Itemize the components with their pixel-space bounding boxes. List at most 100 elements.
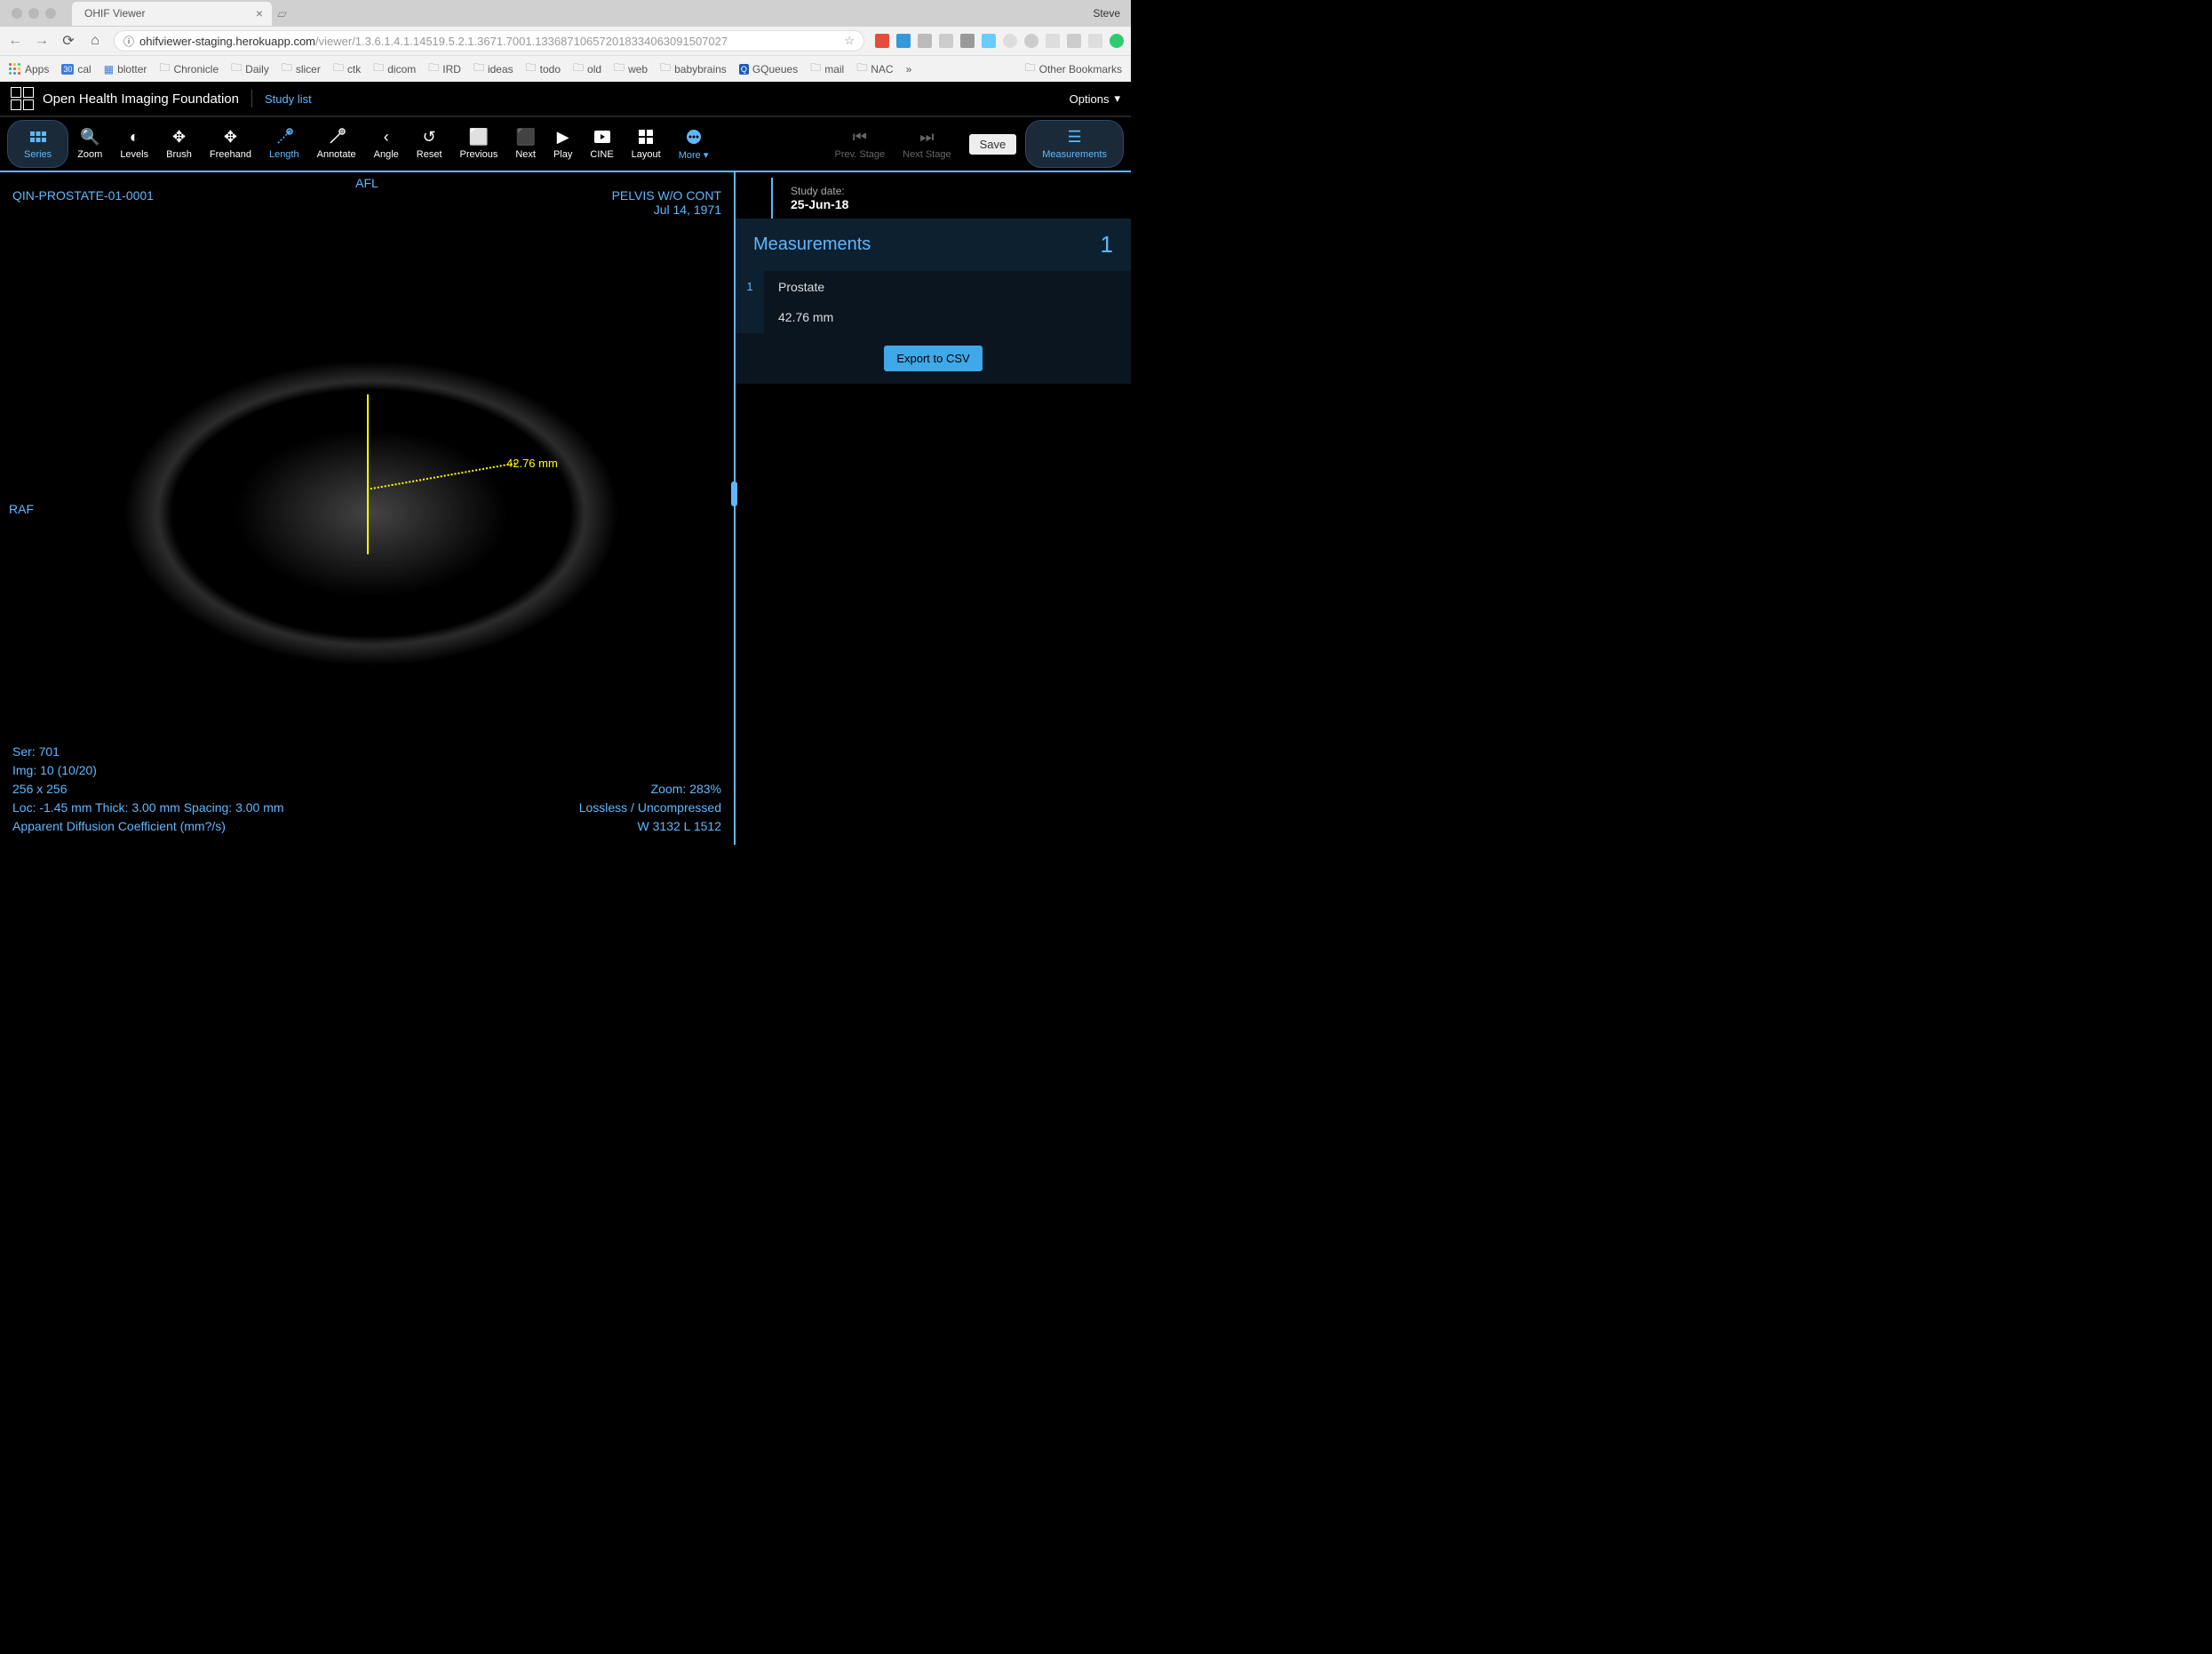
maximize-window-button[interactable] [45,8,56,19]
other-bookmarks[interactable]: 🗀Other Bookmarks [1025,60,1122,78]
bookmark-folder[interactable]: 🗀todo [526,60,561,78]
bookmark-folder[interactable]: 🗀IRD [428,60,461,78]
extension-icon[interactable] [1110,34,1124,48]
measurement-number: 1 [736,271,764,333]
measurement-details: Prostate 42.76 mm [764,271,1131,333]
close-tab-icon[interactable]: × [256,6,263,20]
next-stage-button[interactable]: ⏭Next Stage [894,124,959,163]
skip-forward-icon: ⏭ [919,128,934,146]
bookmark-folder[interactable]: 🗀NAC [856,60,893,78]
folder-icon: 🗀 [333,60,344,78]
brush-button[interactable]: ✥Brush [157,124,201,163]
list-icon: ☰ [1068,128,1082,146]
bookmark-gqueues[interactable]: QGQueues [739,63,798,76]
extension-icon[interactable] [875,34,889,48]
extension-icon[interactable] [982,34,996,48]
folder-icon: 🗀 [159,60,170,78]
annotate-button[interactable]: Annotate [308,124,365,163]
bookmark-folder[interactable]: 🗀ideas [473,60,513,78]
bookmark-folder[interactable]: 🗀Chronicle [159,60,219,78]
folder-icon: 🗀 [282,60,292,78]
bookmark-cal[interactable]: 30cal [61,63,91,76]
bookmark-folder[interactable]: 🗀web [614,60,648,78]
bookmark-star-icon[interactable]: ☆ [844,34,855,48]
next-button[interactable]: ⬛Next [506,124,545,163]
cine-button[interactable]: CINE [581,124,622,163]
bookmark-folder[interactable]: 🗀mail [810,60,844,78]
toolbar: Series 🔍Zoom ◐Levels ✥Brush ✥Freehand Le… [0,117,1131,172]
forward-button[interactable]: → [34,33,50,49]
bookmark-folder[interactable]: 🗀babybrains [660,60,727,78]
series-info-overlay: Ser: 701 Img: 10 (10/20) 256 x 256 Loc: … [12,743,284,836]
length-button[interactable]: Length [260,124,308,163]
extension-icon[interactable] [1003,34,1017,48]
series-button[interactable]: Series [7,120,68,168]
extension-icon[interactable] [960,34,975,48]
measurements-count: 1 [1101,231,1113,258]
extension-icon[interactable] [939,34,953,48]
length-icon [275,128,293,146]
dicom-viewport[interactable]: 42.76 mm QIN-PROSTATE-01-0001 AFL PELVIS… [0,172,736,845]
url-input[interactable]: ⓘ ohifviewer-staging.herokuapp.com/viewe… [114,30,864,52]
folder-icon: 🗀 [614,60,625,78]
bookmark-folder[interactable]: 🗀dicom [373,60,416,78]
extension-icon[interactable] [1024,34,1038,48]
close-window-button[interactable] [12,8,22,19]
previous-button[interactable]: ⬜Previous [451,124,507,163]
home-button[interactable]: ⌂ [87,33,103,49]
export-csv-button[interactable]: Export to CSV [884,346,982,371]
bookmark-folder[interactable]: 🗀Daily [231,60,269,78]
site-info-icon[interactable]: ⓘ [123,34,134,49]
save-button[interactable]: Save [969,134,1017,155]
apps-button[interactable]: Apps [9,63,49,76]
tab-title: OHIF Viewer [84,7,256,20]
measurements-header: Measurements 1 [736,219,1131,271]
folder-icon: 🗀 [856,60,867,78]
bookmark-folder[interactable]: 🗀slicer [282,60,321,78]
study-list-link[interactable]: Study list [265,92,312,106]
extension-icon[interactable] [1088,34,1102,48]
browser-profile[interactable]: Steve [1093,7,1120,20]
reload-button[interactable]: ⟳ [60,32,76,50]
folder-icon: 🗀 [373,60,384,78]
bookmark-folder[interactable]: 🗀ctk [333,60,361,78]
address-bar: ← → ⟳ ⌂ ⓘ ohifviewer-staging.herokuapp.c… [0,27,1131,55]
measurement-item[interactable]: 1 Prostate 42.76 mm [736,271,1131,333]
new-tab-button[interactable]: ▱ [277,6,287,21]
app-header: Open Health Imaging Foundation Study lis… [0,82,1131,117]
bookmarks-overflow[interactable]: » [906,63,912,76]
previous-icon: ⬜ [469,128,489,146]
layout-button[interactable]: Layout [623,124,670,163]
apps-icon [9,63,21,76]
reset-button[interactable]: ↺Reset [408,124,451,163]
layout-icon [639,128,653,146]
extension-icons [875,34,1124,48]
bookmark-blotter[interactable]: ▦blotter [104,63,147,76]
measurements-panel-button[interactable]: ☰Measurements [1025,120,1124,168]
extension-icon[interactable] [1067,34,1081,48]
panel-resize-handle[interactable] [731,481,737,506]
angle-button[interactable]: ‹Angle [365,124,408,163]
extension-icon[interactable] [896,34,911,48]
more-button[interactable]: More ▾ [670,124,718,164]
levels-button[interactable]: ◐Levels [111,124,157,163]
bookmark-folder[interactable]: 🗀old [573,60,601,78]
folder-icon: 🗀 [231,60,242,78]
extension-icon[interactable] [918,34,932,48]
zoom-button[interactable]: 🔍Zoom [68,124,111,163]
measurement-line[interactable] [367,394,369,554]
reset-icon: ↺ [423,128,436,146]
orientation-left-overlay: RAF [9,502,34,516]
study-date-label: Study date: [791,185,1118,197]
play-icon: ▶ [557,128,569,146]
extension-icon[interactable] [1046,34,1060,48]
back-button[interactable]: ← [7,33,23,49]
folder-icon: 🗀 [526,60,537,78]
zoom-icon: 🔍 [80,128,99,146]
freehand-button[interactable]: ✥Freehand [201,124,260,163]
browser-tab[interactable]: OHIF Viewer × [72,2,272,26]
minimize-window-button[interactable] [28,8,39,19]
prev-stage-button[interactable]: ⏮Prev. Stage [826,124,895,163]
options-menu[interactable]: Options ▾ [1070,91,1120,106]
play-button[interactable]: ▶Play [545,124,581,163]
